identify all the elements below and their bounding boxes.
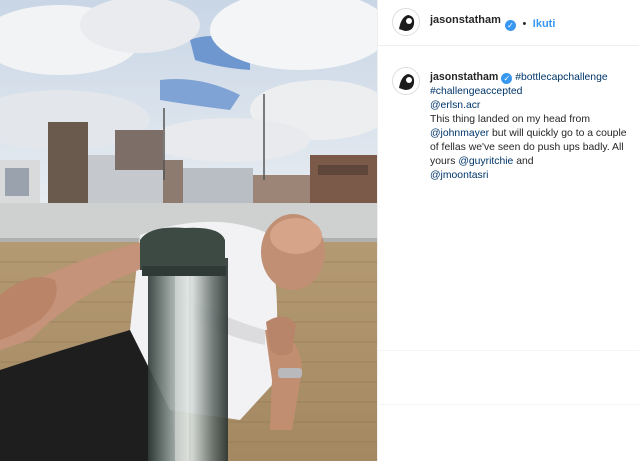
verified-badge-icon: ✓ [501, 73, 513, 84]
verified-badge-icon: ✓ [505, 20, 516, 31]
mention-link[interactable]: @johnmayer [430, 128, 489, 139]
hashtag-link[interactable]: #challengeaccepted [430, 86, 522, 97]
separator-dot: • [522, 18, 527, 30]
avatar-image [393, 68, 419, 94]
caption-text: and [516, 156, 534, 167]
hashtag-link[interactable]: #bottlecapchallenge [515, 72, 607, 83]
avatar-image [393, 9, 419, 35]
divider [378, 404, 639, 405]
mention-link[interactable]: @guyritchie [458, 156, 513, 167]
post-media-video[interactable] [0, 0, 377, 461]
post-header: jasonstatham ✓ • Ikuti [378, 0, 639, 46]
avatar[interactable] [392, 8, 420, 36]
caption-avatar[interactable] [392, 67, 420, 95]
mention-link[interactable]: @jmoontasri [430, 170, 488, 181]
video-frame [0, 0, 377, 461]
caption-username[interactable]: jasonstatham [430, 71, 498, 83]
post-side-panel: jasonstatham ✓ • Ikuti jasonstatham ✓ #bo… [377, 0, 639, 461]
follow-button[interactable]: Ikuti [533, 18, 556, 30]
caption-text: This thing landed on my head from [430, 114, 590, 125]
divider [378, 350, 639, 351]
post-caption: jasonstatham ✓ #bottlecapchallenge #chall… [430, 70, 628, 183]
post-author-username[interactable]: jasonstatham [430, 14, 501, 26]
header-actions: ✓ • Ikuti [502, 14, 555, 32]
mention-link[interactable]: @erlsn.acr [430, 100, 480, 111]
